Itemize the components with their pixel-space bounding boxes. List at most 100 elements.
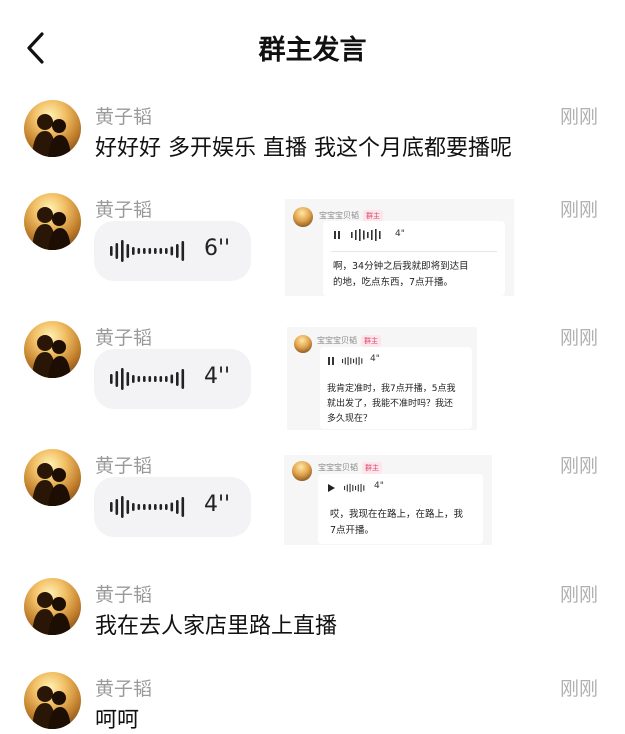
couple-silhouette-icon: [32, 592, 71, 635]
wave-bar: [126, 372, 130, 386]
message-time: 刚刚: [559, 327, 598, 349]
mini-wave-bar: [355, 485, 357, 491]
wave-bar: [176, 372, 179, 386]
wave-bar: [165, 248, 168, 254]
wave-bar: [110, 374, 113, 384]
quoted-sender-name: 宝宝宝贝韬: [317, 336, 357, 345]
avatar[interactable]: [24, 100, 81, 157]
couple-silhouette-icon: [32, 335, 71, 378]
avatar[interactable]: [24, 578, 81, 635]
mini-wave-bar: [367, 232, 369, 238]
quoted-card: 4" 我肯定准时，我7点开播，5点我 就出发了，我能不准时吗？我还 多久现在？: [320, 347, 472, 429]
quoted-text-line: 7点开播。: [330, 525, 375, 536]
wave-bar: [110, 246, 113, 256]
wave-bar: [143, 248, 146, 254]
wave-bar: [181, 369, 185, 389]
mini-wave-bar: [342, 358, 344, 364]
voice-message[interactable]: 4'': [94, 349, 251, 409]
quoted-text-line: 啊，34分钟之后我就即将到达目: [333, 261, 469, 272]
wave-bar: [165, 376, 168, 382]
quoted-screenshot: 宝宝宝贝韬 群主 4" 哎，我现在在路上，在路上，我 7点开播。: [284, 455, 492, 545]
wave-bar: [137, 248, 141, 254]
wave-bar: [132, 503, 135, 511]
voice-duration: 4'': [204, 492, 231, 517]
wave-bar: [170, 502, 174, 512]
mini-wave-bar: [361, 358, 363, 364]
wave-bar: [181, 241, 185, 261]
wave-bar: [159, 376, 163, 382]
wave-bar: [148, 504, 152, 510]
quoted-sender-name: 宝宝宝贝韬: [318, 463, 358, 472]
message-time: 刚刚: [559, 584, 598, 606]
quoted-text-line: 的地，吃点东西，7点开播。: [333, 277, 454, 288]
wave-bar: [159, 248, 163, 254]
owner-badge: 群主: [362, 462, 382, 474]
sender-name: 黄子韬: [95, 327, 153, 349]
message-item: 黄子韬 刚刚 4'' 宝宝宝贝韬 群主 4" 哎，我现在在路上，在路上，我 7点…: [0, 449, 625, 549]
message-time: 刚刚: [559, 455, 598, 477]
quoted-avatar: [292, 461, 312, 481]
quoted-text-line: 就出发了，我能不准时吗？我还: [327, 399, 454, 409]
wave-bar: [115, 499, 119, 515]
wave-bar: [148, 248, 152, 254]
waveform-icon: [110, 240, 185, 262]
quoted-avatar: [294, 335, 312, 353]
message-text: 我在去人家店里路上直播: [95, 614, 338, 639]
quoted-text-line: 我肯定准时，我7点开播，5点我: [327, 384, 456, 394]
mini-waveform-icon: [342, 356, 363, 366]
quoted-screenshot: 宝宝宝贝韬 群主 4" 我肯定准时，我7点开播，5点我 就出发了，我能不准时吗？…: [287, 327, 477, 430]
divider: [331, 251, 497, 252]
mini-wave-bar: [371, 230, 373, 240]
mini-wave-bar: [350, 357, 352, 365]
wave-bar: [121, 368, 124, 390]
voice-duration: 6'': [204, 236, 231, 261]
mini-wave-bar: [351, 232, 353, 238]
avatar[interactable]: [24, 449, 81, 506]
wave-bar: [126, 244, 130, 258]
wave-bar: [137, 504, 141, 510]
quoted-duration: 4": [395, 229, 405, 239]
wave-bar: [176, 500, 179, 514]
mini-wave-bar: [363, 485, 365, 491]
top-bar: 群主发言: [0, 0, 625, 96]
wave-bar: [154, 248, 157, 254]
mini-wave-bar: [344, 357, 346, 365]
message-item: 黄子韬 刚刚 呵呵: [0, 672, 625, 733]
mini-wave-bar: [359, 229, 361, 241]
avatar[interactable]: [24, 672, 81, 729]
mini-wave-bar: [355, 230, 357, 240]
mini-wave-bar: [346, 484, 348, 492]
sender-name: 黄子韬: [95, 106, 153, 128]
wave-bar: [121, 496, 124, 518]
mini-wave-bar: [353, 358, 355, 364]
play-icon[interactable]: [326, 483, 336, 493]
mini-wave-bar: [363, 230, 365, 240]
page-title: 群主发言: [258, 35, 367, 66]
avatar[interactable]: [24, 193, 81, 250]
message-time: 刚刚: [559, 199, 598, 221]
sender-name: 黄子韬: [95, 199, 153, 221]
couple-silhouette-icon: [32, 686, 71, 729]
wave-bar: [181, 497, 185, 517]
quoted-card: 4" 啊，34分钟之后我就即将到达目 的地，吃点东西，7点开播。: [323, 221, 505, 296]
quoted-sender-name: 宝宝宝贝韬: [319, 211, 359, 220]
wave-bar: [148, 376, 152, 382]
mini-wave-bar: [347, 356, 349, 366]
wave-bar: [159, 504, 163, 510]
couple-silhouette-icon: [32, 114, 71, 157]
voice-message[interactable]: 6'': [94, 221, 251, 281]
mini-wave-bar: [344, 485, 346, 491]
wave-bar: [132, 247, 135, 255]
quoted-text-line: 哎，我现在在路上，在路上，我: [330, 509, 464, 520]
mini-wave-bar: [360, 483, 362, 493]
mini-wave-bar: [352, 484, 354, 492]
wave-bar: [110, 502, 113, 512]
quoted-duration: 4": [374, 481, 384, 491]
quoted-card: 4" 哎，我现在在路上，在路上，我 7点开播。: [318, 474, 483, 544]
mini-wave-bar: [357, 484, 359, 492]
voice-duration: 4'': [204, 364, 231, 389]
mini-wave-bar: [375, 229, 377, 241]
avatar[interactable]: [24, 321, 81, 378]
voice-message[interactable]: 4'': [94, 477, 251, 537]
wave-bar: [143, 376, 146, 382]
